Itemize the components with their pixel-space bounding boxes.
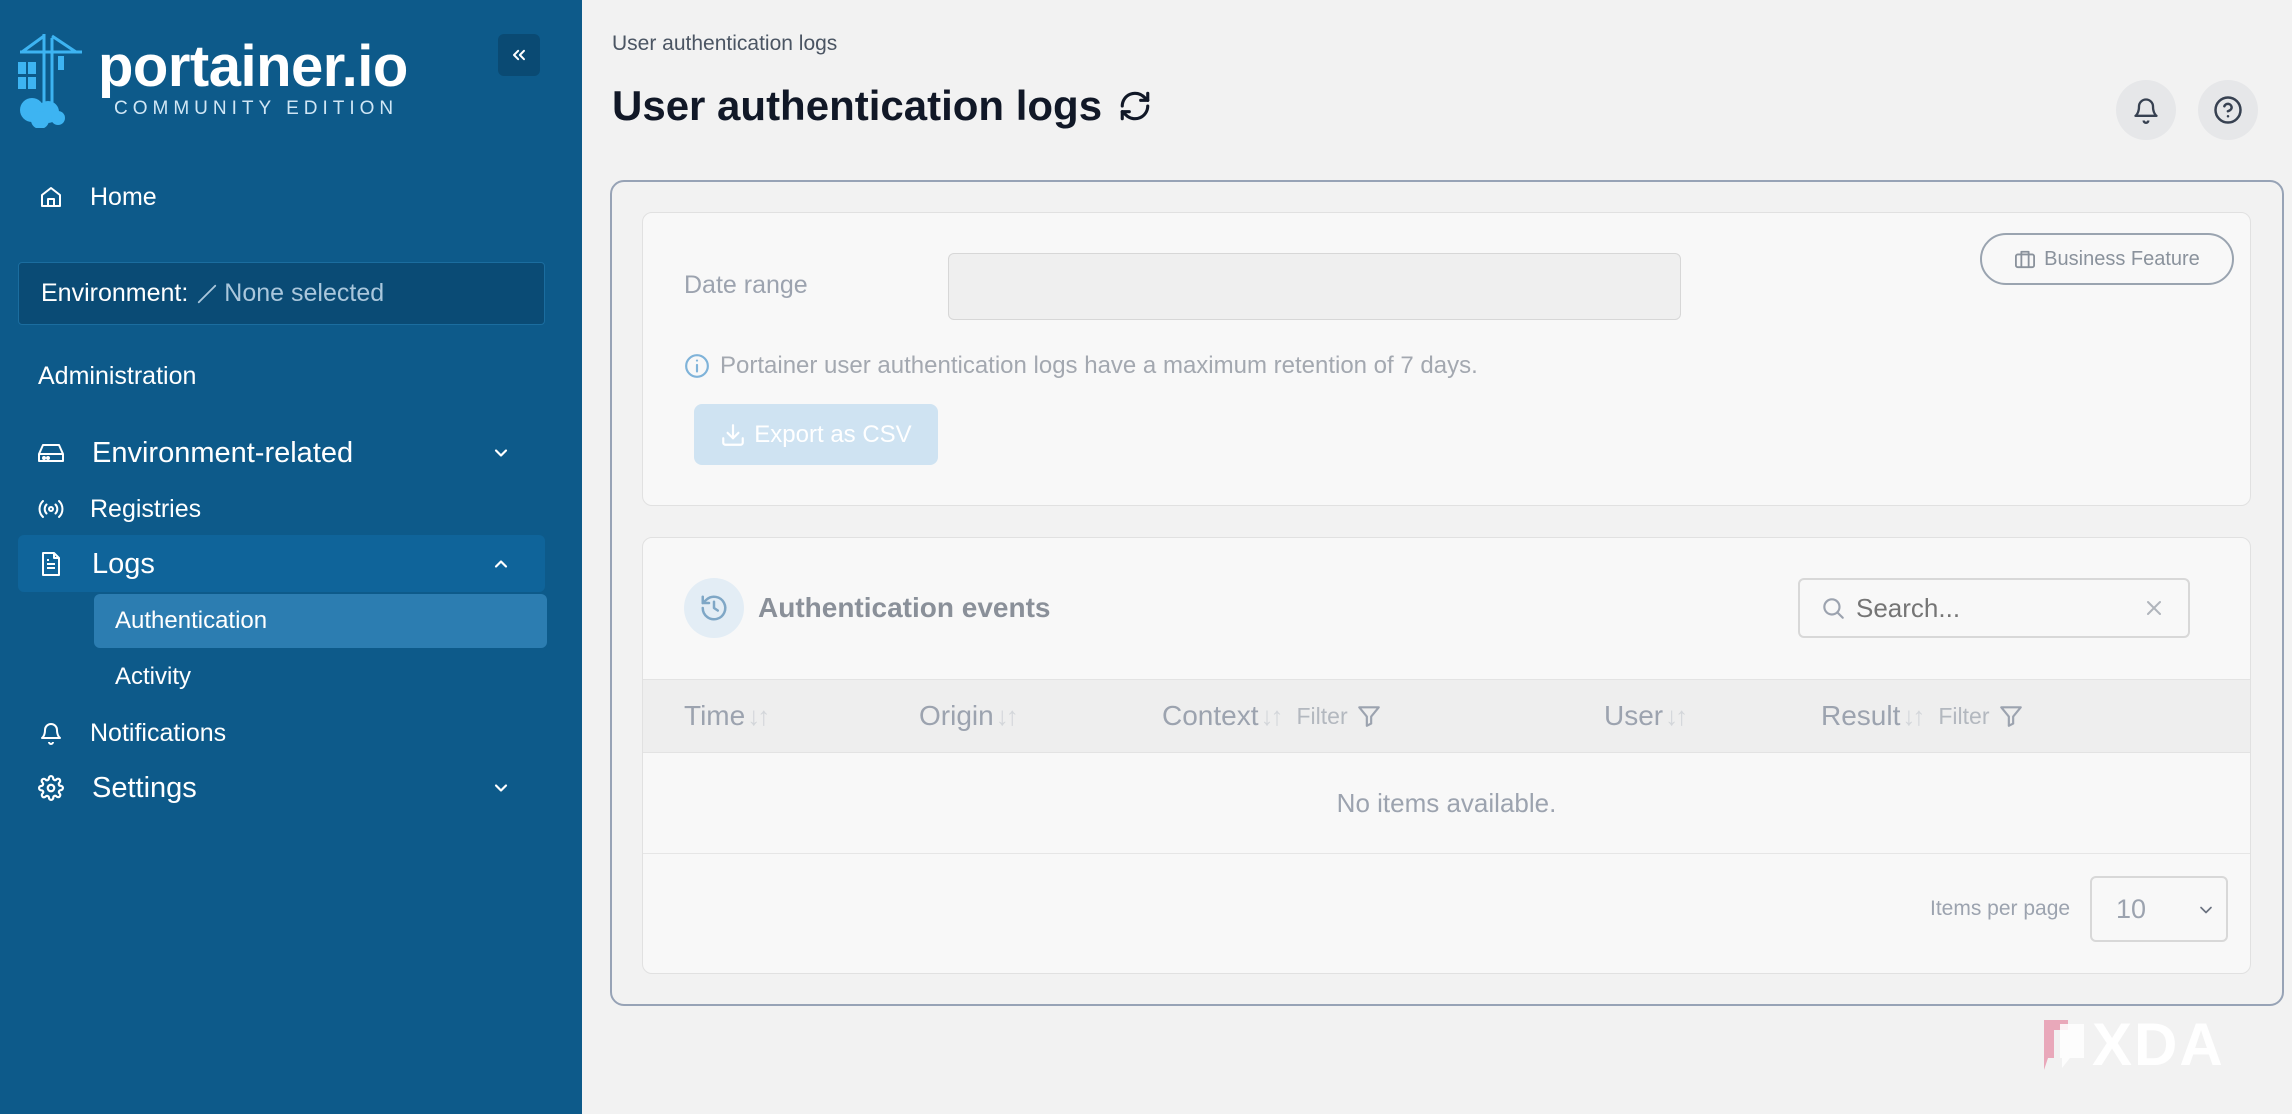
refresh-icon[interactable] <box>1118 88 1154 124</box>
slash-icon <box>198 284 217 303</box>
retention-info: Portainer user authentication logs have … <box>684 352 1478 380</box>
empty-table-message: No items available. <box>643 754 2250 854</box>
column-label: Time <box>684 700 746 731</box>
sidebar-item-environment-related[interactable]: Environment-related <box>36 436 526 469</box>
bell-icon <box>36 718 66 748</box>
context-filter[interactable]: Filter <box>1297 703 1382 730</box>
chevron-down-icon <box>2196 900 2216 920</box>
date-range-input[interactable] <box>948 253 1681 320</box>
sort-icon: ↓↑ <box>747 700 770 731</box>
column-header-time[interactable]: Time ↓↑ <box>684 700 770 732</box>
file-icon <box>36 549 66 579</box>
retention-info-text: Portainer user authentication logs have … <box>720 352 1478 379</box>
column-label: Result <box>1821 700 1901 731</box>
column-header-user[interactable]: User ↓↑ <box>1604 700 1688 732</box>
sidebar-item-label: Settings <box>92 771 197 804</box>
chevron-up-icon[interactable] <box>486 549 516 579</box>
business-feature-label: Business Feature <box>2044 247 2200 270</box>
xda-logo-icon <box>2044 1019 2084 1070</box>
download-icon <box>720 422 746 448</box>
bell-icon <box>2134 98 2158 124</box>
briefcase-icon <box>2014 249 2036 269</box>
sidebar-item-label: Logs <box>92 547 155 580</box>
xda-watermark: XDA <box>2040 1010 2225 1079</box>
business-feature-badge[interactable]: Business Feature <box>1980 233 2234 285</box>
column-label: Context <box>1162 700 1259 731</box>
sidebar-subitem-authentication-label[interactable]: Authentication <box>115 607 267 635</box>
drive-icon <box>36 438 66 468</box>
sidebar-item-settings[interactable]: Settings <box>36 771 526 804</box>
chevrons-left-icon <box>513 49 525 61</box>
items-per-page-select[interactable]: 10 <box>2090 876 2228 942</box>
collapse-sidebar-button[interactable] <box>498 34 540 76</box>
result-filter[interactable]: Filter <box>1938 703 2023 730</box>
items-per-page-label: Items per page <box>1930 897 2071 920</box>
sidebar-item-label: Notifications <box>90 718 227 747</box>
environment-selector[interactable]: Environment: None selected <box>18 262 545 325</box>
column-header-result[interactable]: Result ↓↑ Filter <box>1821 700 2024 732</box>
home-icon <box>36 182 66 212</box>
logo-title: portainer.io <box>98 34 408 99</box>
export-csv-label: Export as CSV <box>754 420 912 448</box>
sort-icon: ↓↑ <box>995 700 1019 731</box>
sort-icon: ↓↑ <box>1665 700 1688 731</box>
logo-subtitle: COMMUNITY EDITION <box>114 98 399 119</box>
events-title: Authentication events <box>758 592 1051 623</box>
sidebar-item-logs[interactable]: Logs <box>36 547 526 580</box>
gear-icon <box>36 773 66 803</box>
portainer-logo-icon <box>18 34 82 128</box>
filter-label: Filter <box>1296 702 1348 729</box>
clear-search-icon[interactable] <box>2142 596 2166 620</box>
sidebar-item-label: Home <box>90 182 157 211</box>
column-label: Origin <box>919 700 994 731</box>
sidebar-item-notifications[interactable]: Notifications <box>36 718 526 748</box>
filter-label: Filter <box>1938 702 1990 729</box>
sort-icon: ↓↑ <box>1260 700 1284 731</box>
filter-icon <box>1998 703 2024 729</box>
sidebar: portainer.io COMMUNITY EDITION Home Envi… <box>0 0 582 1114</box>
portainer-logo[interactable]: portainer.io COMMUNITY EDITION <box>14 32 408 128</box>
notifications-button[interactable] <box>2116 80 2176 140</box>
chevron-down-icon[interactable] <box>486 773 516 803</box>
sort-icon: ↓↑ <box>1902 700 1925 731</box>
page-title: User authentication logs <box>612 82 1154 130</box>
filter-icon <box>1356 703 1382 729</box>
search-icon <box>1823 598 1844 619</box>
column-header-context[interactable]: Context ↓↑ Filter <box>1162 700 1382 732</box>
watermark-text: XDA <box>2092 1011 2225 1078</box>
items-per-page-value: 10 <box>2116 893 2147 924</box>
help-circle-icon <box>2214 96 2242 124</box>
breadcrumb: User authentication logs <box>612 32 838 55</box>
page-title-text: User authentication logs <box>612 82 1103 129</box>
sidebar-item-registries[interactable]: Registries <box>36 494 526 524</box>
table-header: Time ↓↑ Origin ↓↑ Context ↓↑ Filter User… <box>643 679 2250 753</box>
date-range-label: Date range <box>684 271 808 299</box>
environment-value: None selected <box>224 279 385 307</box>
sidebar-subitem-activity[interactable]: Activity <box>115 663 191 691</box>
search-box <box>1798 578 2190 638</box>
sidebar-item-home[interactable]: Home <box>36 182 526 212</box>
column-header-origin[interactable]: Origin ↓↑ <box>919 700 1019 732</box>
column-label: User <box>1604 700 1664 731</box>
broadcast-icon <box>36 494 66 524</box>
environment-label: Environment: <box>41 279 189 307</box>
administration-heading: Administration <box>38 362 197 390</box>
chevron-down-icon[interactable] <box>486 438 516 468</box>
sidebar-item-label: Environment-related <box>92 436 354 469</box>
help-button[interactable] <box>2198 80 2258 140</box>
export-csv-button[interactable]: Export as CSV <box>694 404 938 465</box>
sidebar-item-label: Registries <box>90 494 202 523</box>
info-icon <box>684 353 710 379</box>
history-icon <box>684 578 744 638</box>
search-input[interactable] <box>1856 592 2136 624</box>
